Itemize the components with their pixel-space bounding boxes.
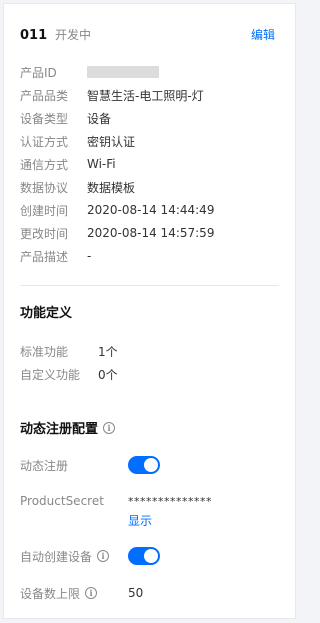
section-title-text: 动态注册配置 [20,422,99,437]
product-secret-value: ************** [128,494,212,508]
info-icon[interactable]: i [85,587,98,599]
product-header: 011 开发中 编辑 [20,26,279,44]
toggle-knob [144,458,158,472]
product-id-title: 011 [20,28,48,43]
edit-button[interactable]: 编辑 [251,26,275,43]
product-id-value-redacted [87,66,159,78]
info-row-auth-method: 认证方式 密钥认证 [20,132,135,150]
info-value: 智慧生活-电工照明-灯 [87,88,204,103]
info-row-product-id: 产品ID [20,63,159,81]
info-icon[interactable]: i [103,421,116,434]
product-status: 开发中 [54,28,91,42]
info-label: 产品ID [20,65,57,80]
toggle-knob [144,549,158,563]
info-icon[interactable]: i [97,550,110,562]
cfg-row-dynamic-registration: 动态注册 [20,455,160,475]
auto-create-device-toggle[interactable] [128,547,160,565]
product-info-panel: 011 开发中 编辑 产品ID 产品品类 智慧生活-电工照明-灯 设备类型 设备… [3,3,296,619]
func-row-custom: 自定义功能 0个 [20,365,118,383]
info-row-category: 产品品类 智慧生活-电工照明-灯 [20,86,204,104]
cfg-label-text: 自动创建设备 [20,549,93,564]
func-value: 1个 [98,344,118,359]
info-label: 更改时间 [20,226,69,241]
func-row-standard: 标准功能 1个 [20,342,118,360]
info-row-device-type: 设备类型 设备 [20,109,111,127]
cfg-label: 动态注册 [20,458,69,473]
func-value: 0个 [98,367,118,382]
dynamic-registration-section-title: 动态注册配置 i [20,418,116,437]
cfg-label: 设备数上限 i [20,585,128,602]
cfg-label-text: 设备数上限 [20,586,81,601]
info-label: 产品品类 [20,88,69,103]
info-value: 密钥认证 [87,134,136,149]
dynamic-registration-toggle[interactable] [128,456,160,474]
info-label: 创建时间 [20,203,69,218]
info-value: 2020-08-14 14:57:59 [87,226,215,240]
info-label: 认证方式 [20,134,69,149]
cfg-label: ProductSecret [20,494,104,508]
info-value: 数据模板 [87,180,136,195]
info-value: Wi-Fi [87,157,116,171]
cfg-row-device-limit: 设备数上限 i 50 [20,583,143,603]
info-label: 产品描述 [20,249,69,264]
info-value: 2020-08-14 14:44:49 [87,203,215,217]
info-value: - [87,249,92,263]
cfg-row-auto-create: 自动创建设备 i [20,546,160,566]
func-label: 标准功能 [20,344,69,359]
info-value: 设备 [87,111,112,126]
info-label: 设备类型 [20,111,69,126]
info-label: 数据协议 [20,180,69,195]
device-limit-value: 50 [128,586,144,600]
divider [20,285,279,286]
cfg-label: 自动创建设备 i [20,548,128,565]
show-secret-link[interactable]: 显示 [128,512,152,529]
info-row-data-protocol: 数据协议 数据模板 [20,178,135,196]
info-row-created-time: 创建时间 2020-08-14 14:44:49 [20,201,214,219]
cfg-row-product-secret: ProductSecret ************** [20,491,212,511]
info-row-description: 产品描述 - [20,247,91,265]
info-label: 通信方式 [20,157,69,172]
info-row-comm-method: 通信方式 Wi-Fi [20,155,116,173]
functions-section-title: 功能定义 [20,306,73,321]
info-row-updated-time: 更改时间 2020-08-14 14:57:59 [20,224,214,242]
func-label: 自定义功能 [20,367,81,382]
